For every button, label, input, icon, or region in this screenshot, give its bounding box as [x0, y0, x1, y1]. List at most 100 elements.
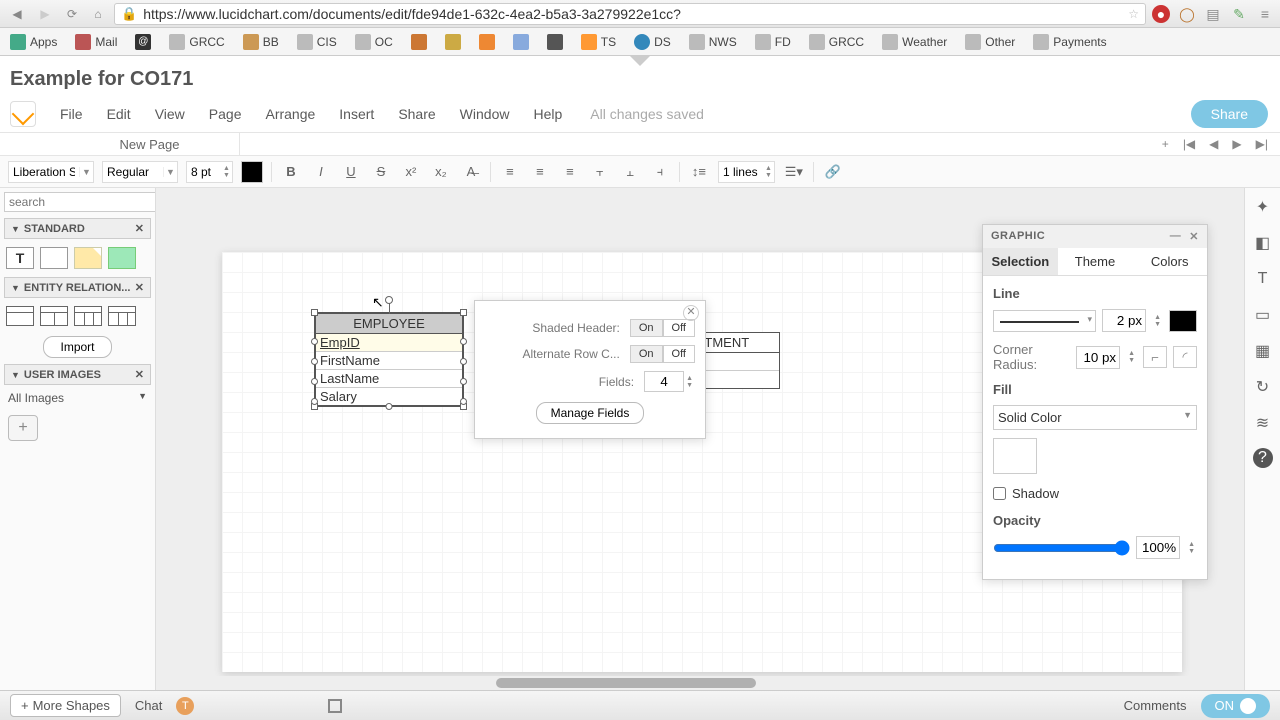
line-spacing-icon[interactable]: ↕≡ — [688, 161, 710, 183]
reload-icon[interactable]: ⟳ — [62, 7, 82, 21]
opacity-slider[interactable] — [993, 540, 1130, 556]
rect-shape-icon[interactable] — [40, 247, 68, 269]
er-shape-1-icon[interactable] — [6, 306, 34, 326]
entity-field[interactable]: LastName — [316, 370, 462, 388]
snap-icon[interactable]: ✦ — [1252, 196, 1274, 218]
connect-handle[interactable] — [460, 358, 467, 365]
star-icon[interactable]: ☆ — [1128, 7, 1139, 21]
more-shapes-button[interactable]: +More Shapes — [10, 694, 121, 717]
bookmark[interactable] — [475, 32, 499, 52]
font-weight-select[interactable]: ▼ — [102, 161, 178, 183]
opacity-input[interactable] — [1136, 536, 1180, 559]
last-page-icon[interactable]: ▶| — [1252, 137, 1272, 151]
nav-back-icon[interactable]: ◀ — [6, 4, 28, 24]
hotspot-shape-icon[interactable] — [108, 247, 136, 269]
fill-type-select[interactable]: Solid Color▼ — [993, 405, 1197, 430]
bookmark[interactable]: Payments — [1029, 32, 1110, 52]
first-page-icon[interactable]: |◀ — [1179, 137, 1199, 151]
manage-fields-button[interactable]: Manage Fields — [536, 402, 645, 424]
connect-handle[interactable] — [311, 398, 318, 405]
connect-handle[interactable] — [311, 378, 318, 385]
bookmark[interactable]: OC — [351, 32, 397, 52]
bookmark[interactable]: Mail — [71, 32, 121, 52]
entity-employee[interactable]: EMPLOYEE EmpID FirstName LastName Salary — [314, 312, 464, 407]
share-button[interactable]: Share — [1191, 100, 1268, 128]
shape-search-input[interactable] — [4, 192, 156, 212]
superscript-button[interactable]: x² — [400, 161, 422, 183]
bookmark[interactable]: NWS — [685, 32, 741, 52]
connect-handle[interactable] — [460, 378, 467, 385]
tab-theme[interactable]: Theme — [1058, 248, 1133, 275]
home-icon[interactable]: ⌂ — [88, 7, 108, 21]
corner-radius-input[interactable] — [1076, 346, 1120, 369]
help-icon[interactable]: ? — [1253, 448, 1273, 468]
nav-forward-icon[interactable]: ▶ — [34, 4, 56, 24]
line-width-input[interactable] — [1102, 309, 1146, 332]
valign-top-icon[interactable]: ⫟ — [589, 161, 611, 183]
italic-button[interactable]: I — [310, 161, 332, 183]
bookmark[interactable] — [543, 32, 567, 52]
list-button[interactable]: ☰▾ — [783, 161, 805, 183]
expand-caret-icon[interactable] — [630, 56, 650, 66]
close-icon[interactable]: ✕ — [135, 281, 144, 294]
align-icon[interactable]: ▦ — [1252, 340, 1274, 362]
underline-button[interactable]: U — [340, 161, 362, 183]
bookmark[interactable]: GRCC — [805, 32, 868, 52]
chat-label[interactable]: Chat — [135, 698, 162, 713]
menu-icon[interactable]: ≡ — [1256, 5, 1274, 23]
er-shape-2-icon[interactable] — [40, 306, 68, 326]
url-bar[interactable]: 🔒 ☆ — [114, 3, 1146, 25]
line-color-swatch[interactable] — [1169, 310, 1197, 332]
er-shape-3-icon[interactable] — [74, 306, 102, 326]
strike-button[interactable]: S — [370, 161, 392, 183]
connect-handle[interactable] — [311, 358, 318, 365]
bookmark[interactable]: CIS — [293, 32, 341, 52]
er-shape-4-icon[interactable] — [108, 306, 136, 326]
corner-sharp-icon[interactable]: ⌐ — [1143, 346, 1167, 368]
bookmark[interactable]: TS — [577, 32, 620, 52]
bookmark[interactable] — [509, 32, 533, 52]
close-icon[interactable]: ✕ — [683, 305, 699, 321]
fill-color-swatch[interactable] — [993, 438, 1037, 474]
menu-view[interactable]: View — [145, 102, 195, 126]
link-icon[interactable]: 🔗 — [822, 161, 844, 183]
text-shape-icon[interactable]: T — [6, 247, 34, 269]
fields-count-input[interactable] — [644, 371, 684, 392]
ext-icon-1[interactable]: ● — [1152, 5, 1170, 23]
shaded-header-toggle[interactable]: OnOff — [630, 319, 695, 337]
lines-input[interactable]: ▲▼ — [718, 161, 775, 183]
page-icon[interactable]: ▭ — [1252, 304, 1274, 326]
minimize-icon[interactable]: — — [1170, 230, 1182, 243]
close-icon[interactable]: ✕ — [135, 368, 144, 381]
close-icon[interactable]: ✕ — [1189, 230, 1199, 243]
clear-format-button[interactable]: A̶ — [460, 161, 482, 183]
valign-middle-icon[interactable]: ⫠ — [619, 161, 641, 183]
menu-share[interactable]: Share — [388, 102, 445, 126]
add-page-icon[interactable]: + — [1158, 137, 1173, 151]
comments-label[interactable]: Comments — [1124, 698, 1187, 713]
shadow-checkbox[interactable] — [993, 487, 1006, 500]
maximize-icon[interactable] — [328, 699, 342, 713]
ext-icon-3[interactable]: ▤ — [1204, 5, 1222, 23]
bookmark[interactable]: FD — [751, 32, 795, 52]
bookmark[interactable]: Apps — [6, 32, 61, 52]
app-logo-icon[interactable] — [10, 101, 36, 127]
font-family-select[interactable]: ▼ — [8, 161, 94, 183]
history-icon[interactable]: ↻ — [1252, 376, 1274, 398]
entity-field[interactable]: FirstName — [316, 352, 462, 370]
close-icon[interactable]: ✕ — [135, 222, 144, 235]
prev-page-icon[interactable]: ◀ — [1205, 137, 1222, 151]
ext-icon-4[interactable]: ✎ — [1230, 5, 1248, 23]
bookmark[interactable] — [407, 32, 431, 52]
comments-toggle[interactable]: ON — [1201, 694, 1271, 718]
next-page-icon[interactable]: ▶ — [1228, 137, 1245, 151]
style-icon[interactable]: ◧ — [1252, 232, 1274, 254]
bookmark[interactable]: DS — [630, 32, 675, 52]
bold-button[interactable]: B — [280, 161, 302, 183]
align-center-icon[interactable]: ≡ — [529, 161, 551, 183]
bookmark[interactable]: Weather — [878, 32, 951, 52]
bookmark[interactable]: Other — [961, 32, 1019, 52]
valign-bottom-icon[interactable]: ⫞ — [649, 161, 671, 183]
resize-handle[interactable] — [311, 309, 318, 316]
menu-arrange[interactable]: Arrange — [255, 102, 325, 126]
